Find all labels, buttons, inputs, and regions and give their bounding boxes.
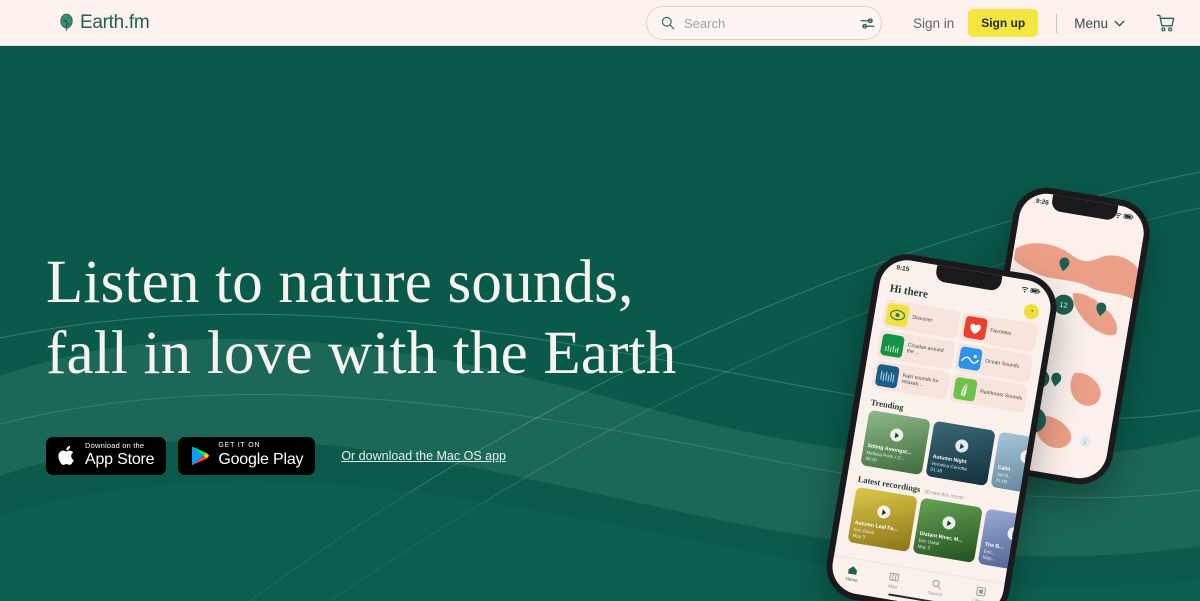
- map-status-time: 9:26: [1035, 197, 1050, 207]
- app-store-subtitle: Download on the: [85, 440, 145, 450]
- tab-label: Search: [927, 589, 943, 597]
- battery-icon: [1030, 287, 1041, 294]
- compass-icon: [885, 303, 910, 328]
- forest-icon: [953, 377, 978, 402]
- download-badges: Download on the App Store GET IT ON Goog…: [46, 436, 676, 475]
- search-bar[interactable]: [646, 6, 882, 40]
- recording-card[interactable]: Autumn Night Veronica Cerrotta 01:18: [925, 420, 996, 487]
- app-store-text: Download on the App Store: [85, 440, 155, 469]
- apple-logo-icon: [58, 445, 74, 465]
- svg-text:12: 12: [1059, 300, 1068, 310]
- home-screen: 9:15 Hi there ◔ Discover Favorites Cicad…: [828, 256, 1055, 601]
- greeting-text: Hi there: [888, 282, 929, 301]
- logo[interactable]: Earth.fm: [58, 11, 150, 34]
- map-status-icons: [1114, 211, 1134, 220]
- play-icon[interactable]: [1006, 526, 1017, 542]
- page-title: Listen to nature sounds, fall in love wi…: [46, 249, 677, 387]
- logo-text: Earth.fm: [80, 11, 150, 33]
- header-nav-right: Sign in Sign up Menu: [913, 0, 1200, 46]
- wifi-icon: [1022, 286, 1029, 293]
- recording-card[interactable]: Distant River, M... Eric Oskal May 3: [912, 497, 983, 564]
- play-icon[interactable]: [954, 438, 970, 454]
- recording-meta: May...: [982, 554, 996, 562]
- category-label: Cicadas around the ...: [906, 341, 945, 357]
- header-divider: [1056, 13, 1058, 33]
- wifi-icon: [1115, 212, 1122, 218]
- play-icon[interactable]: [941, 515, 957, 531]
- play-icon[interactable]: [889, 427, 905, 443]
- search-icon: [932, 579, 941, 589]
- menu-label: Menu: [1074, 15, 1108, 31]
- tab-search[interactable]: Search: [927, 578, 944, 597]
- play-icon[interactable]: [876, 504, 892, 520]
- sign-up-button[interactable]: Sign up: [968, 9, 1039, 37]
- sign-in-link[interactable]: Sign in: [913, 16, 954, 31]
- recording-card[interactable]: The B... Eric... May...: [977, 508, 1017, 569]
- search-icon: [661, 16, 675, 30]
- tab-map[interactable]: Map: [887, 571, 900, 589]
- menu-button[interactable]: Menu: [1074, 16, 1125, 31]
- google-play-subtitle: GET IT ON: [218, 442, 261, 450]
- chevron-down-icon: [1114, 20, 1125, 26]
- category-label: Favorites: [989, 327, 1012, 337]
- library-icon: [975, 586, 986, 596]
- tab-label: Library: [971, 596, 987, 601]
- tree-leaf-icon: [60, 13, 73, 31]
- category-label: Ocean Sounds: [984, 357, 1020, 370]
- app-preview-mockups: 912 64 18 i 9:26: [821, 92, 1200, 601]
- heart-icon: [963, 316, 988, 341]
- shopping-cart-icon[interactable]: [1155, 13, 1176, 34]
- app-store-button[interactable]: Download on the App Store: [46, 436, 167, 475]
- battery-icon: [1123, 213, 1134, 220]
- hero-section: Listen to nature sounds, fall in love wi…: [0, 46, 1200, 601]
- recording-card[interactable]: Sitting Amongst... Melissa Pons • C... 0…: [860, 409, 931, 476]
- sliders-filter-icon[interactable]: [860, 17, 875, 30]
- rain-icon: [875, 364, 900, 389]
- category-label: Discover: [911, 314, 933, 324]
- phone-mockup-home: 9:15 Hi there ◔ Discover Favorites Cicad…: [821, 249, 1062, 601]
- hero-copy: Listen to nature sounds, fall in love wi…: [46, 248, 676, 475]
- tab-library[interactable]: Library: [972, 585, 989, 601]
- status-time: 9:15: [895, 264, 910, 274]
- recording-card[interactable]: Autumn Leaf Fa... Eric Oskal May 3: [847, 486, 918, 553]
- home-icon: [848, 565, 858, 575]
- wave-icon: [958, 346, 983, 371]
- google-play-title: Google Play: [218, 451, 304, 469]
- status-icons: [1021, 286, 1041, 295]
- google-play-button[interactable]: GET IT ON Google Play: [178, 436, 316, 475]
- category-label: Rain sounds for relaxati...: [901, 372, 940, 389]
- search-input[interactable]: [684, 15, 860, 31]
- play-icon[interactable]: [1019, 449, 1030, 465]
- user-avatar-icon[interactable]: ◔: [1022, 302, 1041, 321]
- tab-label: Home: [845, 575, 859, 583]
- map-icon: [889, 572, 900, 581]
- tab-label: Map: [887, 582, 898, 590]
- app-store-title: App Store: [85, 451, 155, 469]
- google-play-text: GET IT ON Google Play: [218, 442, 303, 469]
- app-ui: 9:15 Hi there ◔ Discover Favorites Cicad…: [828, 256, 1055, 601]
- site-header: Earth.fm Sign in Sign up Menu: [0, 0, 1200, 46]
- mac-os-download-link[interactable]: Or download the Mac OS app: [341, 449, 506, 463]
- cicada-icon: [880, 333, 905, 358]
- google-play-triangle-icon: [192, 446, 210, 465]
- recording-card[interactable]: Calm Jan B... 21:00: [990, 431, 1030, 492]
- tab-home[interactable]: Home: [845, 564, 860, 583]
- category-label: Rainforest Sounds: [979, 388, 1023, 402]
